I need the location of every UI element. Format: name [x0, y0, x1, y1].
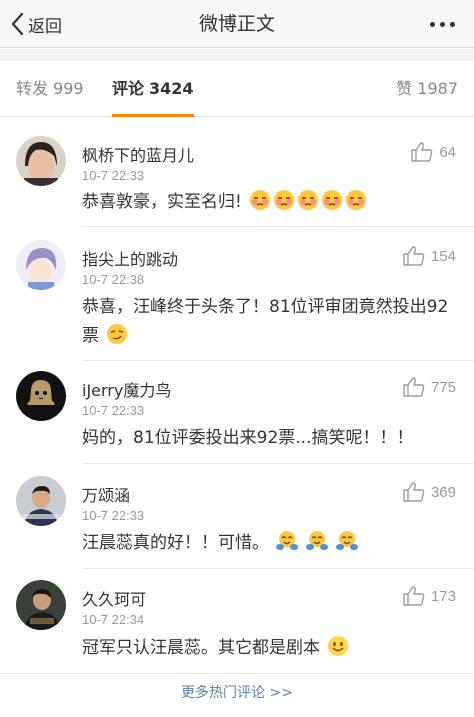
comment-username[interactable]: 枫桥下的蓝月儿 — [82, 142, 194, 166]
like-button[interactable]: 154 — [403, 244, 456, 268]
hug-face-icon — [276, 530, 360, 562]
thumbs-up-icon — [403, 377, 425, 397]
more-options-icon[interactable] — [422, 10, 462, 38]
tab-likes-count: 1987 — [417, 79, 458, 98]
comment-time: 10-7 22:33 — [82, 508, 145, 523]
comment-body: 妈的，81位评委投出来92票...搞笑呢！！！ — [82, 424, 458, 453]
like-count: 173 — [430, 587, 456, 605]
thumbs-up-icon — [411, 142, 433, 162]
divider — [82, 226, 474, 227]
nav-bar: 返回 微博正文 — [0, 0, 474, 48]
like-count: 369 — [430, 483, 456, 501]
comment-text: 恭喜敦豪，实至名归! — [82, 192, 242, 212]
like-count: 775 — [430, 378, 456, 396]
comment-body: 恭喜，汪峰终于头条了！81位评审团竟然投出92票 — [82, 293, 458, 355]
comment-body: 汪晨蕊真的好！！可惜。 — [82, 529, 458, 562]
back-button[interactable]: 返回 — [10, 8, 62, 40]
back-chevron-icon — [10, 12, 24, 36]
like-button[interactable]: 369 — [403, 480, 456, 504]
smirk-face-icon — [106, 323, 128, 355]
avatar[interactable] — [16, 580, 66, 630]
thumbs-up-icon — [403, 246, 425, 266]
comment-text: 汪晨蕊真的好！！可惜。 — [82, 533, 269, 553]
more-hot-comments-link[interactable]: 更多热门评论 >> — [0, 682, 474, 706]
comment-username[interactable]: 久久珂可 — [82, 586, 146, 610]
comment-item: iJerry魔力鸟 10-7 22:33 妈的，81位评委投出来92票...搞笑… — [0, 361, 474, 464]
tab-likes-label: 赞 — [396, 79, 413, 98]
smile-face-icon — [327, 635, 349, 667]
thumbs-up-icon — [403, 586, 425, 606]
comment-text: 冠军只认汪晨蕊。其它都是剧本 — [82, 638, 320, 658]
comment-text: 恭喜，汪峰终于头条了！81位评审团竟然投出92票 — [82, 297, 449, 346]
comment-username[interactable]: iJerry魔力鸟 — [82, 377, 171, 401]
avatar[interactable] — [16, 240, 66, 290]
like-button[interactable]: 173 — [403, 584, 456, 608]
thumbs-up-icon — [403, 482, 425, 502]
header-separator — [0, 49, 474, 61]
active-tab-indicator — [112, 114, 194, 117]
comment-item: 久久珂可 10-7 22:34 冠军只认汪晨蕊。其它都是剧本 173 — [0, 568, 474, 674]
avatar[interactable] — [16, 136, 66, 186]
avatar[interactable] — [16, 476, 66, 526]
comment-body: 冠军只认汪晨蕊。其它都是剧本 — [82, 634, 458, 667]
tab-comment-count: 3424 — [149, 79, 194, 98]
tab-repost-label: 转发 — [16, 79, 49, 98]
tab-repost[interactable]: 转发 999 — [16, 61, 84, 117]
back-label: 返回 — [28, 16, 62, 37]
avatar[interactable] — [16, 371, 66, 421]
comment-username[interactable]: 万颂涵 — [82, 482, 130, 506]
tab-repost-count: 999 — [53, 79, 84, 98]
comment-username[interactable]: 指尖上的跳动 — [82, 246, 178, 270]
tab-comment[interactable]: 评论 3424 — [112, 61, 194, 117]
comment-text: 妈的，81位评委投出来92票...搞笑呢！！！ — [82, 428, 414, 448]
like-button[interactable]: 775 — [403, 375, 456, 399]
comment-time: 10-7 22:33 — [82, 168, 145, 183]
comment-time: 10-7 22:34 — [82, 612, 145, 627]
comment-item: 指尖上的跳动 10-7 22:38 恭喜，汪峰终于头条了！81位评审团竟然投出9… — [0, 228, 474, 361]
comment-item: 万颂涵 10-7 22:33 汪晨蕊真的好！！可惜。 369 — [0, 464, 474, 569]
comment-time: 10-7 22:38 — [82, 272, 145, 287]
comment-time: 10-7 22:33 — [82, 403, 145, 418]
comment-body: 恭喜敦豪，实至名归! — [82, 188, 458, 221]
tab-bar: 转发 999 评论 3424 赞 1987 — [0, 61, 474, 117]
comment-item: 枫桥下的蓝月儿 10-7 22:33 恭喜敦豪，实至名归! 64 — [0, 128, 474, 228]
like-count: 64 — [439, 143, 456, 161]
like-button[interactable]: 64 — [411, 140, 456, 164]
like-count: 154 — [430, 247, 456, 265]
shy-face-icon — [249, 189, 367, 221]
divider — [0, 673, 474, 674]
tab-likes[interactable]: 赞 1987 — [396, 61, 458, 117]
page-title: 微博正文 — [198, 13, 275, 35]
tab-comment-label: 评论 — [112, 79, 145, 98]
